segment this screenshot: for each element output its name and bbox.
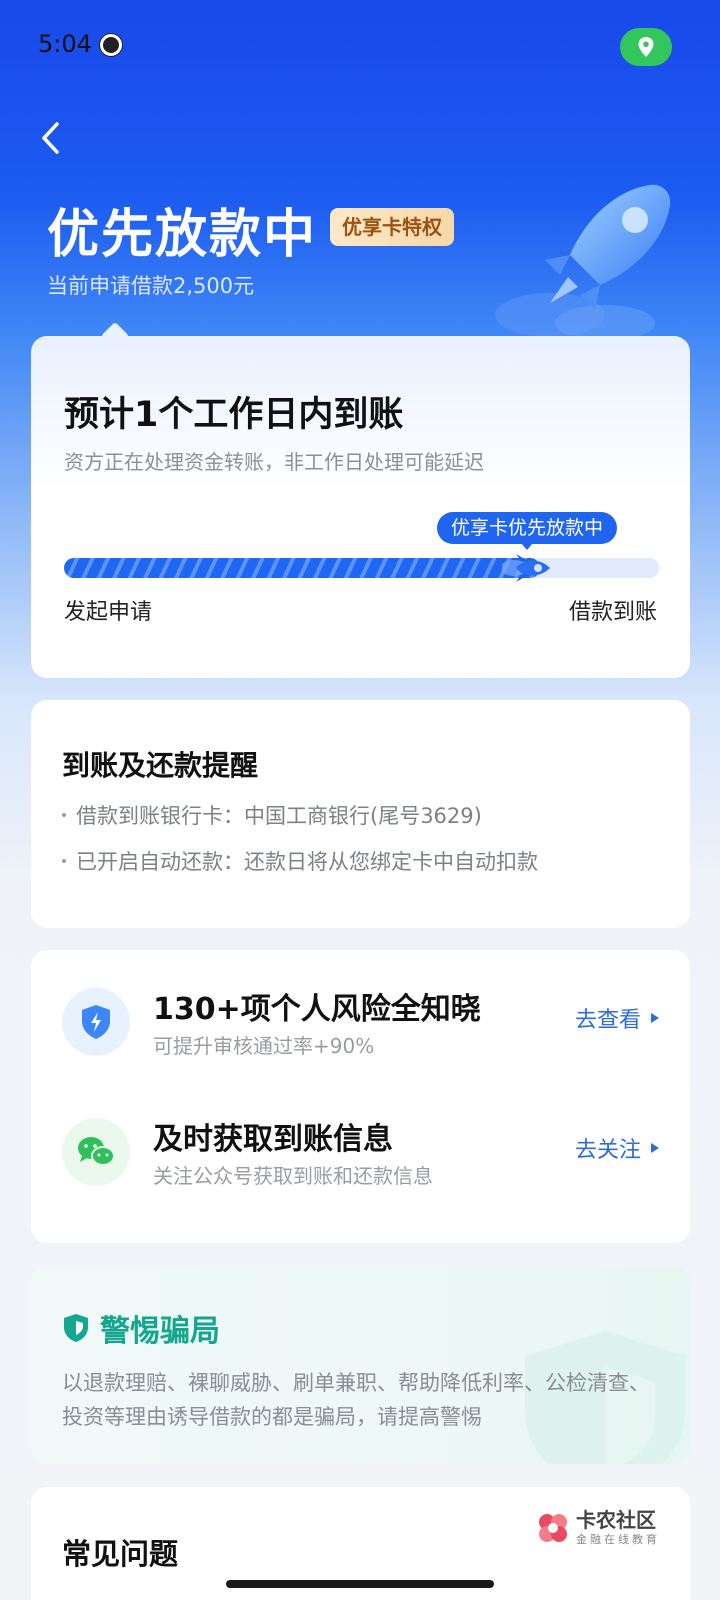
follow-link[interactable]: 去关注 [575, 1132, 659, 1164]
progress-rocket-icon [502, 554, 550, 582]
auto-repay-line: 已开启自动还款：还款日将从您绑定卡中自动扣款 [62, 846, 538, 876]
reminder-card: 到账及还款提醒 借款到账银行卡：中国工商银行(尾号3629) 已开启自动还款：还… [31, 700, 690, 928]
arrival-estimate-desc: 资方正在处理资金转账，非工作日处理可能延迟 [64, 450, 484, 474]
back-button[interactable] [30, 118, 70, 158]
chevron-left-icon [42, 122, 59, 154]
follow-label: 去关注 [574, 1138, 641, 1163]
loan-amount-text: 当前申请借款2,500元 [47, 274, 255, 298]
watermark: 卡农社区 金融在线教育 [536, 1509, 660, 1547]
rocket-illustration-icon [495, 184, 671, 340]
view-risk-link[interactable]: 去查看 [575, 1002, 659, 1034]
page-title: 优先放款中 [47, 205, 318, 265]
step-end-label: 借款到账 [568, 600, 657, 625]
wechat-follow-title: 及时获取到账信息 [153, 1122, 393, 1157]
wechat-follow-item[interactable]: 及时获取到账信息 关注公众号获取到账和还款信息 去关注 [31, 1102, 690, 1202]
watermark-sub: 金融在线教育 [576, 1533, 660, 1546]
shield-bolt-icon [62, 988, 130, 1056]
triangle-right-icon [651, 1013, 659, 1023]
fraud-warning-header: 警惕骗局 [62, 1306, 220, 1350]
risk-check-subtitle: 可提升审核通过率+90% [153, 1034, 375, 1058]
watermark-name: 卡农社区 [576, 1508, 656, 1532]
progress-tooltip: 优享卡优先放款中 [437, 512, 618, 550]
home-indicator[interactable] [226, 1580, 494, 1588]
faq-title: 常见问题 [62, 1537, 179, 1571]
fraud-warning-card: 警惕骗局 以退款理赔、裸聊威胁、刷单兼职、帮助降低利率、公检清查、投资等理由诱导… [31, 1266, 690, 1464]
risk-check-item[interactable]: 130+项个人风险全知晓 可提升审核通过率+90% 去查看 [31, 972, 690, 1072]
progress-track [64, 554, 659, 582]
progress-card: 预计1个工作日内到账 资方正在处理资金转账，非工作日处理可能延迟 优享卡优先放款… [31, 336, 690, 678]
bank-card-line: 借款到账银行卡：中国工商银行(尾号3629) [62, 800, 482, 830]
kanong-logo-icon [539, 1514, 567, 1542]
auto-repay-text: 已开启自动还款：还款日将从您绑定卡中自动扣款 [76, 850, 538, 874]
view-risk-label: 去查看 [574, 1008, 641, 1033]
progress-fill [64, 558, 540, 578]
status-bar: 5:04 [0, 0, 720, 90]
triangle-right-icon [651, 1143, 659, 1153]
wechat-icon [62, 1118, 130, 1186]
step-start-label: 发起申请 [64, 600, 153, 625]
notification-icon [100, 34, 122, 56]
wechat-follow-subtitle: 关注公众号获取到账和还款信息 [153, 1164, 433, 1188]
fraud-warning-text: 以退款理赔、裸聊威胁、刷单兼职、帮助降低利率、公检清查、投资等理由诱导借款的都是… [62, 1371, 650, 1429]
status-time: 5:04 [38, 30, 92, 58]
risk-check-title: 130+项个人风险全知晓 [153, 992, 481, 1027]
shield-check-icon [64, 1314, 88, 1342]
bank-card-text: 借款到账银行卡：中国工商银行(尾号3629) [76, 804, 482, 828]
privilege-badge: 优享卡特权 [330, 208, 454, 246]
location-icon [620, 28, 672, 66]
arrival-estimate-title: 预计1个工作日内到账 [64, 395, 404, 435]
services-card: 130+项个人风险全知晓 可提升审核通过率+90% 去查看 及时获取到账信息 关… [31, 950, 690, 1243]
fraud-warning-title: 警惕骗局 [100, 1314, 220, 1349]
reminder-title: 到账及还款提醒 [62, 749, 259, 782]
